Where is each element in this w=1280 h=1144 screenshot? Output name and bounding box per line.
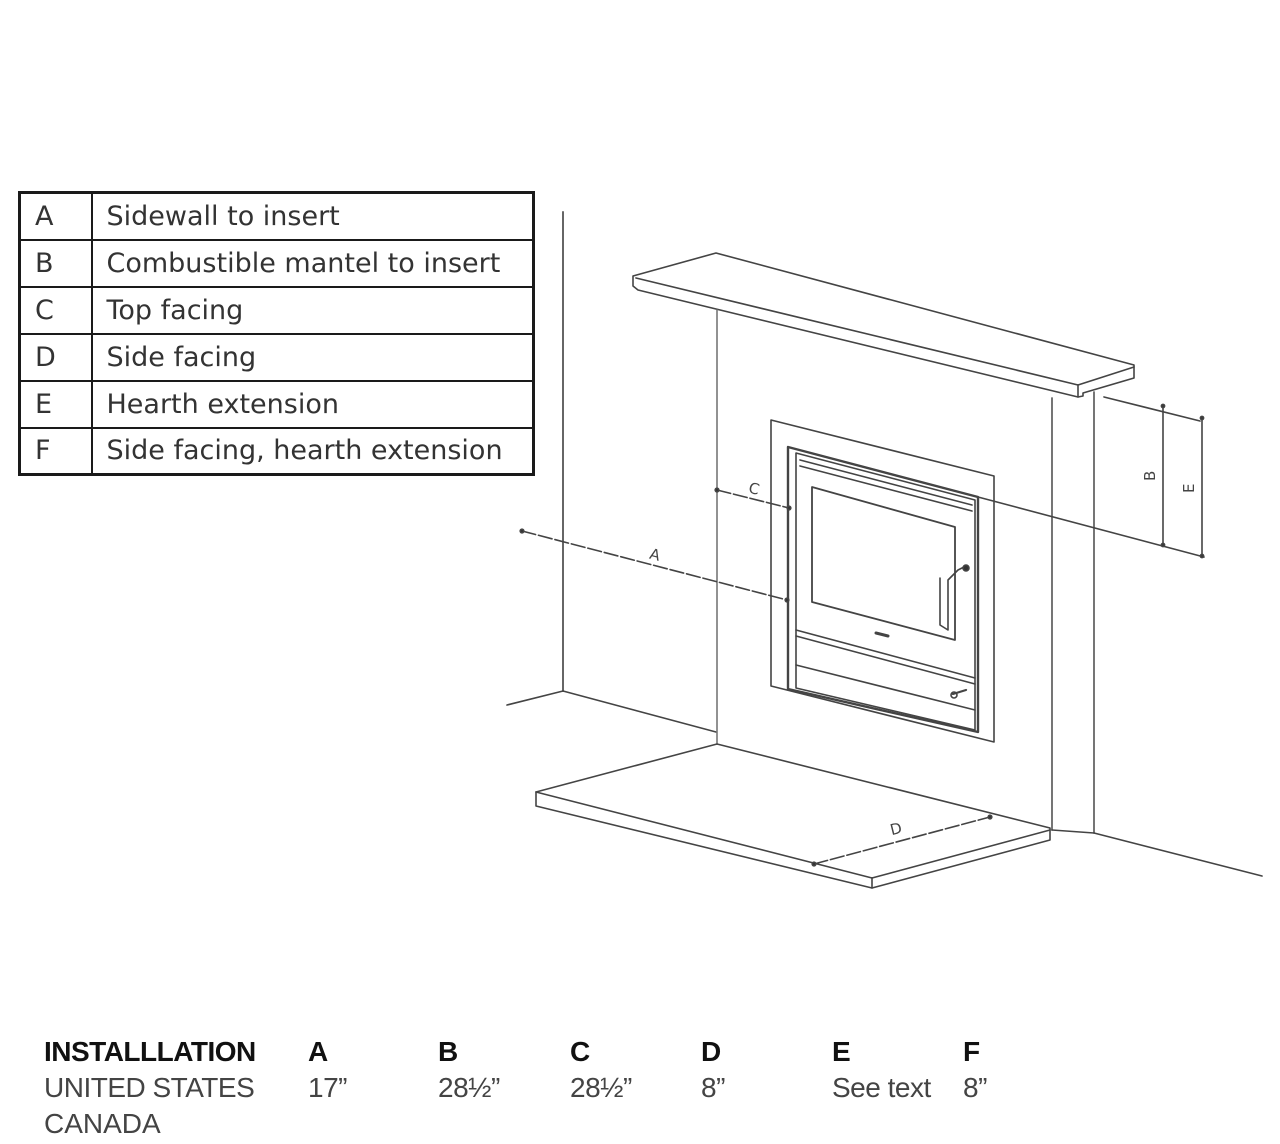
- spec-header-col: D: [701, 1036, 721, 1067]
- installation-spec-table: INSTALLLATION A B C D E F UNITED STATES …: [44, 1036, 1280, 1144]
- spec-header-col: B: [438, 1036, 458, 1067]
- dimension-line-a: [519, 528, 790, 603]
- dimension-line-d: [811, 814, 993, 867]
- spec-row: CANADA: [44, 1108, 1280, 1144]
- mantel-shelf: [632, 252, 1135, 398]
- spec-header-col: A: [308, 1036, 328, 1067]
- spec-header-col: F: [963, 1036, 980, 1067]
- spec-row-label: UNITED STATES: [44, 1072, 255, 1103]
- dimension-label-d: D: [888, 819, 904, 839]
- spec-header-col: C: [570, 1036, 590, 1067]
- dimension-label-e: E: [1180, 484, 1198, 493]
- dimension-line-b: [977, 396, 1205, 558]
- hearth: [535, 743, 1051, 889]
- spec-value: 8”: [963, 1072, 987, 1103]
- chimney-breast: [716, 309, 1263, 877]
- spec-header-col: E: [832, 1036, 851, 1067]
- spec-row-label: CANADA: [44, 1108, 161, 1139]
- insert-surround: [770, 419, 995, 743]
- spec-value: 28½”: [570, 1072, 632, 1103]
- dimension-label-a: A: [648, 545, 663, 565]
- spec-row: UNITED STATES 17” 28½” 28½” 8” See text …: [44, 1072, 1280, 1108]
- spec-header-row: INSTALLLATION A B C D E F: [44, 1036, 1280, 1072]
- spec-value: 17”: [308, 1072, 347, 1103]
- air-control-knob-icon: [950, 688, 968, 699]
- fireplace-diagram: A C D B E: [506, 211, 1263, 889]
- dimension-label-c: C: [747, 479, 762, 499]
- spec-value: 28½”: [438, 1072, 500, 1103]
- spec-header-label: INSTALLLATION: [44, 1036, 256, 1067]
- spec-value: See text: [832, 1072, 931, 1103]
- dimension-label-b: B: [1141, 471, 1159, 481]
- dimension-line-e: [1199, 415, 1205, 559]
- spec-value: 8”: [701, 1072, 725, 1103]
